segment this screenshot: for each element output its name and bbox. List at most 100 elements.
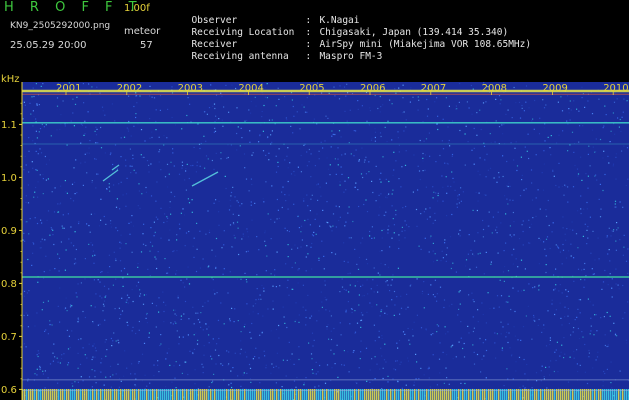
noise-dot	[250, 178, 252, 180]
noise-dot	[181, 128, 183, 130]
noise-dot	[546, 236, 549, 238]
noise-dot	[291, 266, 293, 269]
noise-dot	[485, 377, 487, 379]
noise-dot	[287, 279, 289, 281]
noise-dot	[496, 333, 498, 335]
noise-dot	[132, 326, 134, 328]
noise-dot	[471, 292, 473, 294]
noise-dot	[535, 372, 538, 374]
noise-dot	[595, 359, 597, 361]
noise-dot	[495, 357, 497, 359]
noise-dot	[524, 387, 526, 389]
noise-dot	[413, 321, 415, 323]
noise-dot	[360, 351, 362, 353]
noise-dot	[479, 338, 481, 341]
noise-dot	[343, 242, 345, 244]
noise-dot	[450, 346, 452, 348]
noise-dot	[72, 385, 74, 387]
noise-dot	[307, 205, 309, 207]
noise-dot	[391, 279, 393, 281]
noise-dot	[555, 244, 557, 246]
noise-dot	[294, 244, 296, 246]
noise-dot	[528, 219, 530, 221]
noise-dot	[131, 330, 133, 332]
noise-dot	[476, 134, 478, 136]
noise-dot	[378, 330, 380, 332]
noise-dot	[180, 318, 182, 320]
noise-dot	[538, 285, 540, 287]
noise-dot	[267, 136, 269, 138]
noise-dot	[319, 186, 321, 188]
noise-dot	[32, 167, 34, 169]
noise-dot	[170, 213, 172, 215]
noise-dot	[326, 328, 328, 330]
noise-dot	[295, 319, 297, 321]
noise-dot	[47, 377, 49, 379]
noise-dot	[515, 258, 517, 260]
noise-dot	[606, 345, 608, 348]
noise-dot	[580, 278, 582, 281]
noise-dot	[236, 278, 238, 280]
noise-dot	[525, 315, 527, 317]
noise-dot	[611, 287, 613, 289]
noise-dot	[610, 361, 612, 363]
noise-dot	[93, 357, 95, 359]
noise-dot	[604, 269, 606, 272]
noise-dot	[573, 350, 575, 353]
noise-dot	[44, 330, 46, 332]
noise-dot	[39, 128, 42, 130]
noise-dot	[111, 103, 113, 105]
noise-dot	[611, 230, 613, 232]
noise-dot	[120, 242, 122, 244]
noise-dot	[113, 184, 115, 186]
noise-dot	[511, 117, 513, 119]
noise-dot	[173, 365, 175, 367]
noise-dot	[505, 113, 507, 115]
y-tick-label: 1.1	[1, 120, 17, 131]
noise-dot	[606, 368, 608, 370]
noise-dot	[47, 300, 49, 302]
noise-dot	[437, 325, 440, 327]
noise-dot	[115, 278, 117, 280]
noise-dot	[41, 123, 43, 126]
noise-dot	[550, 135, 552, 137]
noise-dot	[230, 195, 232, 197]
noise-dot	[23, 295, 25, 297]
noise-dot	[47, 210, 50, 212]
noise-dot	[293, 115, 295, 117]
noise-dot	[195, 332, 197, 334]
noise-dot	[585, 173, 587, 175]
noise-dot	[398, 234, 400, 236]
noise-dot	[446, 215, 448, 217]
noise-dot	[578, 110, 580, 112]
noise-dot	[300, 246, 302, 248]
noise-dot	[381, 309, 383, 311]
noise-dot	[385, 178, 387, 180]
noise-dot	[482, 236, 484, 238]
noise-dot	[74, 181, 76, 183]
noise-dot	[257, 313, 259, 315]
noise-dot	[300, 171, 302, 173]
noise-dot	[545, 104, 547, 106]
noise-dot	[517, 266, 519, 268]
noise-dot	[97, 324, 99, 326]
noise-dot	[314, 386, 316, 388]
noise-dot	[577, 327, 579, 330]
noise-dot	[507, 378, 509, 380]
noise-dot	[441, 175, 443, 177]
noise-dot	[119, 260, 122, 262]
noise-dot	[579, 125, 581, 127]
noise-dot	[505, 301, 507, 303]
noise-dot	[101, 297, 103, 299]
noise-dot	[380, 193, 382, 195]
noise-dot	[611, 278, 613, 280]
noise-dot	[527, 133, 529, 135]
noise-dot	[570, 243, 572, 245]
noise-dot	[318, 385, 320, 387]
noise-dot	[615, 283, 617, 285]
noise-dot	[603, 316, 605, 318]
noise-dot	[535, 154, 537, 156]
noise-dot	[339, 184, 341, 186]
noise-dot	[303, 200, 305, 202]
noise-dot	[360, 326, 362, 328]
